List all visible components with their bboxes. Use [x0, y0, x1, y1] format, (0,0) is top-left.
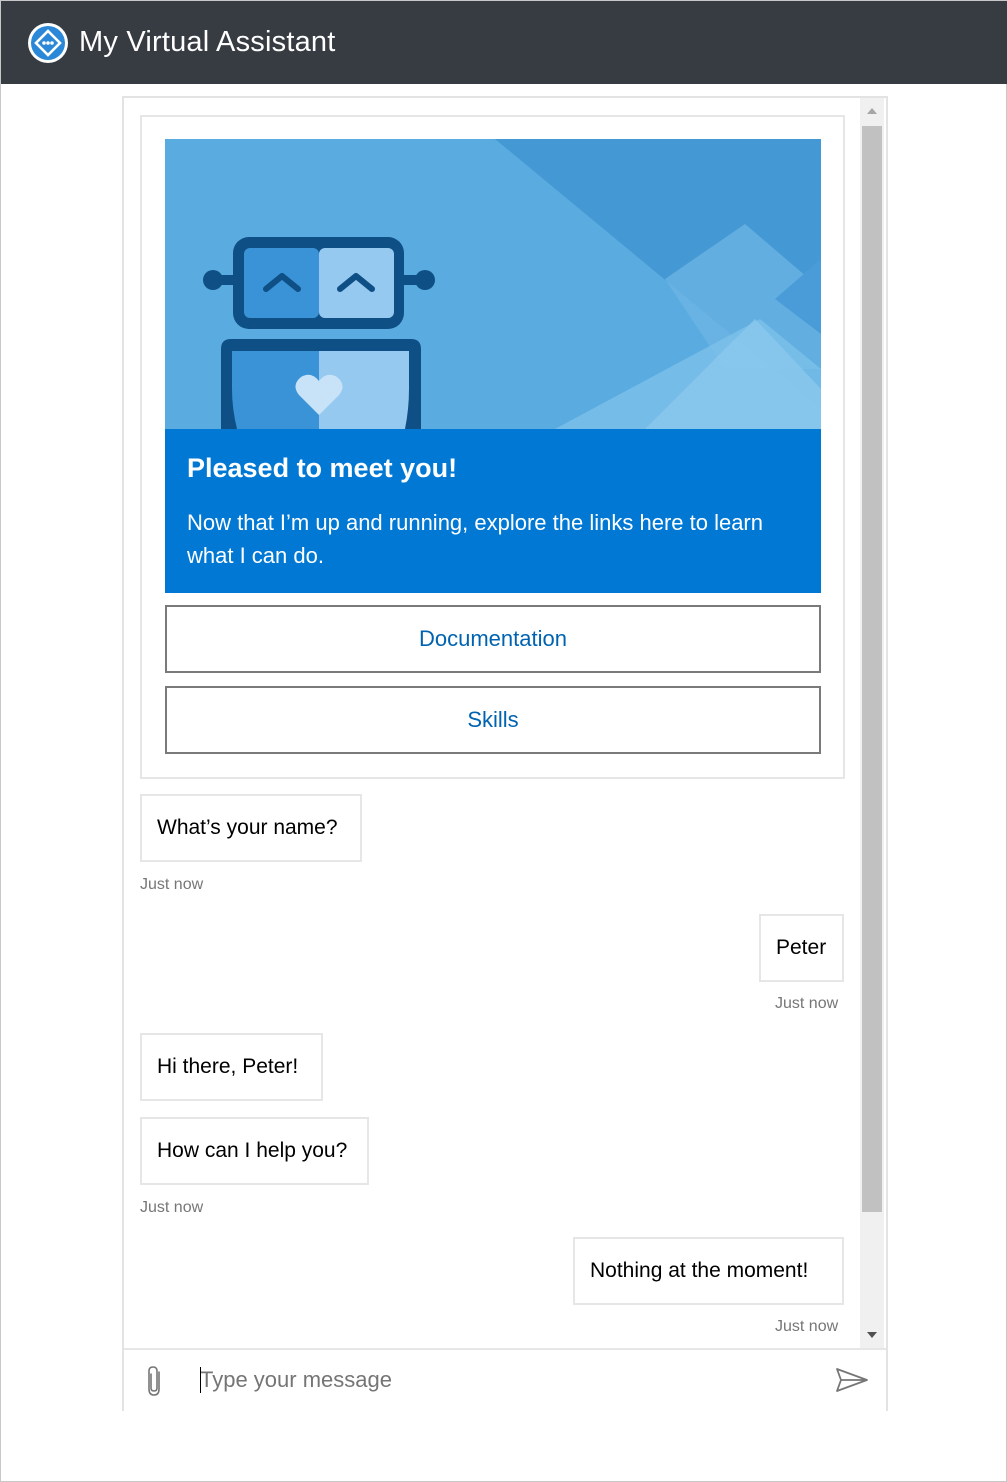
bot-message: Hi there, Peter! — [140, 1033, 323, 1101]
scroll-down-icon[interactable] — [867, 1332, 877, 1338]
user-message: Peter — [759, 914, 844, 982]
send-icon[interactable] — [835, 1366, 869, 1394]
scroll-up-icon[interactable] — [867, 108, 877, 114]
scroll-thumb[interactable] — [862, 126, 882, 1212]
welcome-card: Pleased to meet you! Now that I’m up and… — [140, 115, 845, 779]
bot-message: How can I help you? — [140, 1117, 369, 1185]
assistant-logo-icon — [28, 22, 68, 63]
card-text: Now that I’m up and running, explore the… — [187, 510, 763, 568]
user-message: Nothing at the moment! — [573, 1237, 844, 1305]
timestamp: Just now — [775, 1318, 839, 1335]
chat-panel: Pleased to meet you! Now that I’m up and… — [122, 96, 888, 1411]
timestamp: Just now — [140, 876, 204, 893]
message-input[interactable] — [200, 1362, 820, 1398]
paperclip-icon[interactable] — [144, 1364, 166, 1398]
transcript-scrollbar[interactable] — [860, 98, 884, 1348]
text-caret — [200, 1367, 201, 1393]
hero-image — [165, 139, 821, 429]
timestamp: Just now — [775, 995, 839, 1012]
app-title: My Virtual Assistant — [79, 26, 336, 58]
robot-illustration — [165, 139, 821, 429]
card-title: Pleased to meet you! — [187, 453, 458, 483]
app-window: My Virtual Assistant Pleased to meet you… — [0, 0, 1007, 1482]
documentation-button[interactable]: Documentation — [165, 605, 821, 673]
card-banner: Pleased to meet you! Now that I’m up and… — [165, 429, 821, 593]
transcript[interactable]: Pleased to meet you! Now that I’m up and… — [124, 98, 860, 1348]
send-box — [124, 1348, 886, 1411]
timestamp: Just now — [140, 1199, 204, 1216]
title-bar: My Virtual Assistant — [1, 1, 1007, 84]
bot-message: What’s your name? — [140, 794, 362, 862]
skills-button[interactable]: Skills — [165, 686, 821, 754]
